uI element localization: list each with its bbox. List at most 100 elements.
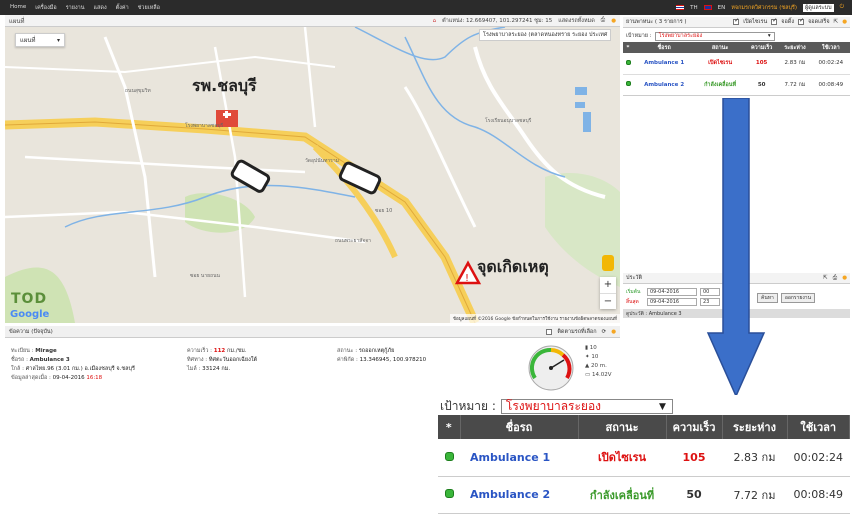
collapse-icon[interactable]: ● — [611, 18, 616, 24]
from-date-input[interactable]: 09-04-2016 — [647, 288, 697, 296]
col-star[interactable]: * — [623, 42, 633, 53]
vehicle-eta: 00:08:49 — [787, 476, 850, 514]
col-distance[interactable]: ระยะห่าง — [778, 42, 812, 53]
refresh-icon[interactable]: ⟳ — [602, 329, 607, 335]
altitude-icon: ▲ — [585, 363, 590, 369]
table-row[interactable]: Ambulance 1 เปิดไซเรน 105 2.83 กม 00:02:… — [438, 439, 850, 477]
chevron-down-icon: ▾ — [767, 33, 771, 39]
inset-col-name[interactable]: ชื่อรถ — [460, 415, 579, 439]
map-type-select[interactable]: แผนที่ — [15, 33, 65, 47]
done-filter-checkbox[interactable] — [798, 17, 804, 25]
main-nav: Home เครื่องมือ รายงาน แสดง ตั้งค่า ช่วย… — [0, 4, 160, 12]
direction-label: ทิศทาง : — [187, 357, 208, 363]
to-date-input[interactable]: 09-04-2016 — [647, 298, 697, 306]
registration-value: Mirage — [35, 348, 57, 354]
parking-filter-label: จอดิ้ง — [781, 19, 795, 25]
collapse-icon[interactable]: ● — [611, 329, 616, 335]
online-status-icon — [625, 59, 631, 65]
vehicle-eta: 00:08:49 — [811, 74, 850, 96]
inset-col-status[interactable]: สถานะ — [578, 415, 667, 439]
table-row[interactable]: Ambulance 2 กำลังเคลื่อนที่ 50 7.72 กม 0… — [623, 74, 850, 96]
uk-flag-icon[interactable] — [703, 5, 712, 10]
online-status-icon — [444, 451, 454, 461]
sensor-readouts: ▮ 10 ✦ 10 ▲ 20 m. ▭ 14.02V — [585, 344, 611, 380]
nav-home[interactable]: Home — [10, 4, 26, 12]
target-label: เป้าหมาย : — [626, 33, 652, 39]
collapse-icon[interactable]: ● — [842, 275, 847, 281]
table-row[interactable]: Ambulance 2 กำลังเคลื่อนที่ 50 7.72 กม 0… — [438, 476, 850, 514]
col-name[interactable]: ชื่อรถ — [633, 42, 696, 53]
vehicle-speed: 50 — [745, 74, 779, 96]
detail-panel-header: ข้อความ (ปัจจุบัน) ติดตามรถที่เลือก ⟳ ● — [5, 326, 620, 338]
history-export-icon[interactable]: ⇱ — [823, 275, 828, 281]
vehicle-distance: 7.72 กม — [778, 74, 812, 96]
nav-help[interactable]: ช่วยเหลือ — [138, 4, 160, 12]
col-time[interactable]: ใช้เวลา — [811, 42, 850, 53]
thai-flag-icon[interactable] — [676, 5, 685, 10]
inset-col-distance[interactable]: ระยะห่าง — [722, 415, 788, 439]
home-icon[interactable]: ⌂ — [433, 18, 437, 24]
vehicle-name[interactable]: Ambulance 2 — [633, 74, 696, 96]
nav-tools[interactable]: เครื่องมือ — [35, 4, 56, 12]
map-coords: ตำแหน่ง: 12.669407, 101.297241 ซูม: 15 — [442, 17, 553, 24]
table-row[interactable]: Ambulance 1 เปิดไซเรน 105 2.83 กม 00:02:… — [623, 53, 850, 75]
vehicle-list-title: ยานพาหนะ ( 3 รายการ ) — [626, 19, 687, 25]
inset-col-star[interactable]: * — [438, 415, 461, 439]
zoom-in-button[interactable]: + — [600, 277, 616, 293]
vehicle-value: Ambulance 3 — [29, 357, 70, 363]
vehicle-name[interactable]: Ambulance 1 — [460, 439, 578, 477]
chevron-down-icon: ▼ — [658, 401, 666, 412]
street-view-pegman[interactable] — [602, 255, 614, 271]
map-view[interactable]: ! ถนนสุขุมวิท โรงพยาบาลชลบุรี วัดอุปนันท… — [5, 27, 620, 323]
vehicle-eta: 00:02:24 — [787, 439, 850, 477]
target-select[interactable]: โรงพยาบาลระยอง ▾ — [654, 31, 775, 41]
vehicle-label: ชื่อรถ : — [11, 357, 28, 363]
follow-vehicle-label: ติดตามรถที่เลือก — [557, 328, 597, 335]
nav-view[interactable]: แสดง — [94, 4, 107, 12]
sensor-value-1: 10 — [589, 345, 597, 351]
inset-target-select[interactable]: โรงพยาบาลระยอง ▼ — [500, 399, 673, 414]
hospital-label: รพ.ชลบุรี — [192, 76, 257, 95]
lang-en[interactable]: EN — [718, 5, 726, 11]
nav-reports[interactable]: รายงาน — [66, 4, 85, 12]
vehicle-detail-panel: ทะเบียน : Mirage ชื่อรถ : Ambulance 3 ใก… — [5, 338, 620, 393]
vehicle-speed: 105 — [666, 439, 722, 477]
last-data-label: ข้อมูลล่าสุดเมื่อ : — [11, 375, 51, 381]
inset-col-speed[interactable]: ความเร็ว — [666, 415, 723, 439]
battery-icon: ▭ — [585, 372, 591, 378]
export-report-button[interactable]: ออกรายงาน — [780, 293, 815, 303]
company-name: หจกมรกตวิศวกรรม (ชลบุรี) — [731, 4, 798, 11]
inset-col-time[interactable]: ใช้เวลา — [787, 415, 850, 439]
lang-th[interactable]: TH — [690, 5, 698, 11]
registration-label: ทะเบียน : — [11, 348, 34, 354]
detail-panel-title: ข้อความ (ปัจจุบัน) — [9, 328, 53, 335]
siren-filter-label: เปิดไซเรน — [743, 19, 768, 25]
siren-filter-checkbox[interactable] — [733, 17, 739, 25]
zoom-control: + − — [600, 277, 616, 309]
status-label: สถานะ : — [337, 348, 358, 354]
vehicle-name[interactable]: Ambulance 2 — [460, 476, 578, 514]
map-panel-title: แผนที่ — [9, 17, 25, 25]
online-status-icon — [625, 81, 631, 86]
export-icon[interactable]: ⇱ — [834, 19, 839, 25]
show-all-vehicles[interactable]: แสดงรถทั้งหมด — [558, 17, 595, 25]
print-icon[interactable]: ⎙ — [601, 17, 605, 24]
parking-filter-checkbox[interactable] — [771, 17, 777, 25]
nav-settings[interactable]: ตั้งค่า — [116, 4, 129, 12]
last-data-time: 16:18 — [86, 375, 103, 381]
follow-vehicle-checkbox[interactable] — [546, 328, 553, 335]
status-value: รถออกเหตุกู้ภัย — [358, 348, 395, 354]
incident-label: จุดเกิดเหตุ — [477, 257, 549, 276]
power-icon[interactable]: ⏻ — [840, 4, 844, 11]
col-status[interactable]: สถานะ — [695, 42, 746, 53]
vehicle-speed: 105 — [745, 53, 779, 75]
vehicle-name[interactable]: Ambulance 1 — [633, 53, 696, 75]
col-speed[interactable]: ความเร็ว — [745, 42, 779, 53]
zoomed-vehicle-table: เป้าหมาย : โรงพยาบาลระยอง ▼ * ชื่อรถ สถาน… — [438, 395, 850, 514]
map-attribution[interactable]: ข้อมูลแผนที่ ©2016 Google ข้อกำหนดในการใ… — [449, 314, 620, 323]
vehicle-list-header: ยานพาหนะ ( 3 รายการ ) เปิดไซเรน จอดิ้ง จ… — [623, 17, 850, 28]
history-print-icon[interactable]: ⎙ — [833, 275, 837, 282]
user-menu[interactable]: ผู้ดูแลระบบ — [803, 3, 834, 12]
collapse-icon[interactable]: ● — [842, 19, 847, 25]
zoom-out-button[interactable]: − — [600, 293, 616, 309]
